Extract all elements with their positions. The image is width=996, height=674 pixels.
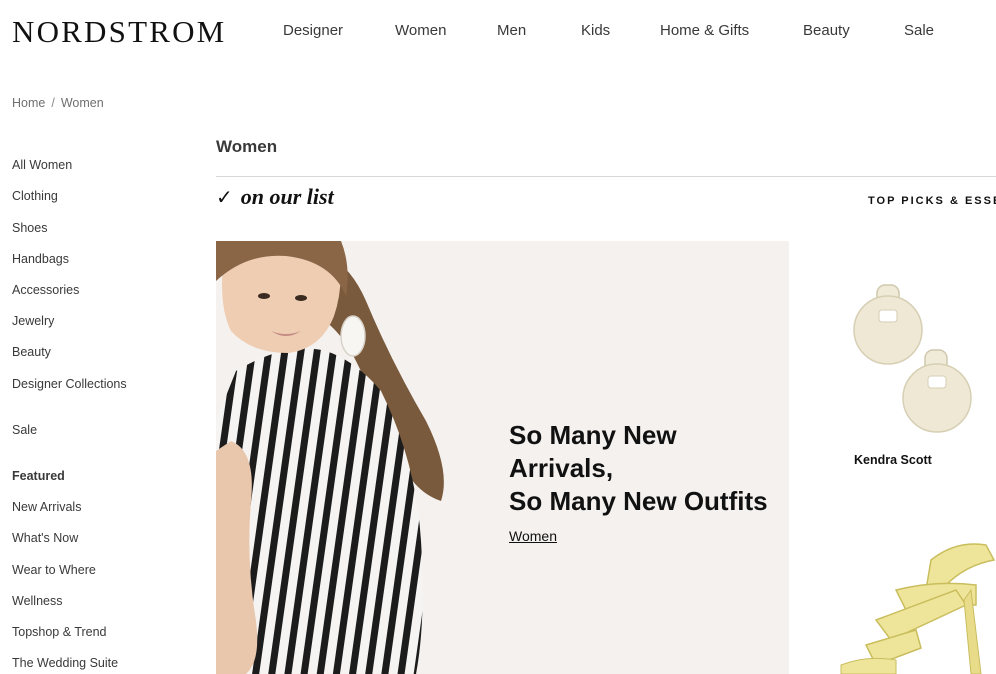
page-title: Women xyxy=(216,137,278,156)
nav-women[interactable]: Women xyxy=(395,22,446,39)
sidebar-item-handbags[interactable]: Handbags xyxy=(12,252,69,266)
sidebar-item-clothing[interactable]: Clothing xyxy=(12,189,58,203)
nordstrom-logo[interactable]: NORDSTROM xyxy=(12,14,226,50)
hero-women-link[interactable]: Women xyxy=(509,528,557,544)
divider xyxy=(216,176,996,177)
product-brand-kendra-scott[interactable]: Kendra Scott xyxy=(854,453,932,467)
breadcrumb-current[interactable]: Women xyxy=(61,96,104,110)
sidebar-item-wear-to-where[interactable]: Wear to Where xyxy=(12,563,96,577)
on-our-list-heading: ✓ on our list xyxy=(216,184,334,210)
site-header: NORDSTROM Designer Women Men Kids Home &… xyxy=(0,0,996,62)
earrings-image[interactable] xyxy=(845,280,980,445)
sidebar-item-wedding-suite[interactable]: The Wedding Suite xyxy=(12,656,118,670)
sidebar-item-accessories[interactable]: Accessories xyxy=(12,283,79,297)
hero-headline-line: So Many New Outfits xyxy=(509,486,768,516)
hero-headline-line: So Many New xyxy=(509,420,677,450)
breadcrumb: Home / Women xyxy=(12,96,104,110)
breadcrumb-separator: / xyxy=(51,96,55,110)
on-our-list-label: on our list xyxy=(240,184,334,209)
breadcrumb-home[interactable]: Home xyxy=(12,96,45,110)
nav-designer[interactable]: Designer xyxy=(283,22,343,39)
sidebar-item-jewelry[interactable]: Jewelry xyxy=(12,314,54,328)
hero-headline-line: Arrivals, xyxy=(509,453,614,483)
nav-kids[interactable]: Kids xyxy=(581,22,610,39)
sidebar-item-wellness[interactable]: Wellness xyxy=(12,594,62,608)
nav-beauty[interactable]: Beauty xyxy=(803,22,850,39)
sidebar-item-whats-now[interactable]: What's Now xyxy=(12,531,78,545)
hero-headline: So Many New Arrivals, So Many New Outfit… xyxy=(509,419,789,518)
nav-home-gifts[interactable]: Home & Gifts xyxy=(660,22,749,39)
hero-text: So Many New Arrivals, So Many New Outfit… xyxy=(509,419,789,546)
nav-sale[interactable]: Sale xyxy=(904,22,934,39)
yellow-sandal-image[interactable] xyxy=(836,530,996,674)
nav-men[interactable]: Men xyxy=(497,22,526,39)
sidebar-item-shoes[interactable]: Shoes xyxy=(12,221,47,235)
sidebar-featured-heading: Featured xyxy=(12,469,65,483)
sidebar-item-designer-collections[interactable]: Designer Collections xyxy=(12,377,127,391)
sidebar-item-all-women[interactable]: All Women xyxy=(12,158,72,172)
sidebar-item-sale[interactable]: Sale xyxy=(12,423,37,437)
check-icon: ✓ xyxy=(216,185,233,209)
top-picks-label[interactable]: TOP PICKS & ESSE xyxy=(868,195,996,207)
sidebar-item-topshop-trend[interactable]: Topshop & Trend xyxy=(12,625,107,639)
hero-banner[interactable]: So Many New Arrivals, So Many New Outfit… xyxy=(216,241,789,674)
sidebar-item-new-arrivals[interactable]: New Arrivals xyxy=(12,500,81,514)
sidebar-item-beauty[interactable]: Beauty xyxy=(12,345,51,359)
